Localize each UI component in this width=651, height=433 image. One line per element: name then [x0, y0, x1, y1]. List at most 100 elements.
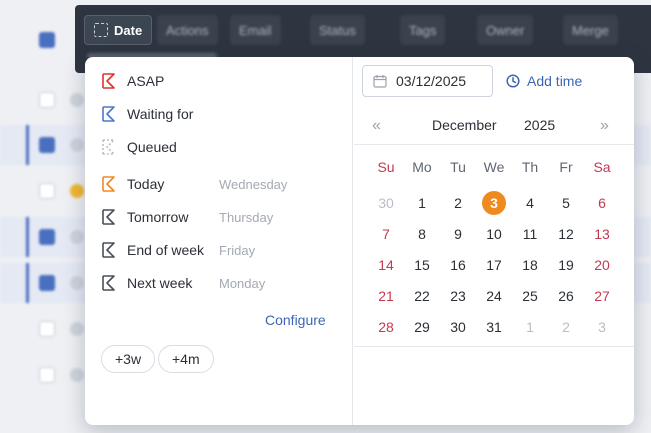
add-time-label: Add time: [527, 73, 583, 89]
calendar-day[interactable]: 10: [479, 221, 509, 247]
configure-link[interactable]: Configure: [265, 312, 326, 328]
calendar-day[interactable]: 1: [407, 190, 437, 216]
option-next-week[interactable]: Next week Monday: [100, 271, 340, 295]
calendar-day[interactable]: 30: [443, 314, 473, 340]
calendar-day[interactable]: 24: [479, 283, 509, 309]
calendar-day[interactable]: 16: [443, 252, 473, 278]
prev-month-button[interactable]: «: [372, 117, 381, 135]
calendar-day-number: 1: [418, 195, 426, 211]
row-checkbox: [39, 137, 55, 153]
calendar-day-number: 8: [418, 226, 426, 242]
tags-button[interactable]: Tags: [400, 15, 446, 45]
owner-button-label: Owner: [486, 22, 525, 38]
email-button[interactable]: Email: [230, 15, 281, 45]
calendar-day-number: 13: [594, 226, 610, 242]
merge-button[interactable]: Merge: [563, 15, 618, 45]
add-time-button[interactable]: Add time: [506, 73, 582, 89]
calendar-day[interactable]: 18: [515, 252, 545, 278]
option-hint: Wednesday: [219, 176, 288, 192]
clock-icon: [506, 74, 520, 88]
calendar-day[interactable]: 29: [407, 314, 437, 340]
row-checkbox: [39, 275, 55, 291]
option-label: Tomorrow: [127, 209, 189, 225]
calendar-day[interactable]: 11: [515, 221, 545, 247]
calendar-day-number: 2: [562, 319, 570, 335]
date-input-field[interactable]: 03/12/2025: [362, 65, 493, 97]
calendar-day[interactable]: 21: [371, 283, 401, 309]
calendar-day-number: 2: [454, 195, 462, 211]
next-month-button[interactable]: »: [600, 117, 609, 135]
calendar-day[interactable]: 20: [587, 252, 617, 278]
calendar-day-number: 3: [482, 191, 506, 215]
tags-button-label: Tags: [409, 22, 437, 38]
option-end-of-week[interactable]: End of week Friday: [100, 238, 340, 262]
calendar-day-number: 25: [522, 288, 538, 304]
calendar-day-number: 10: [486, 226, 502, 242]
calendar-day-number: 28: [378, 319, 394, 335]
asap-flag-icon: [102, 73, 115, 89]
calendar-day-number: 7: [382, 226, 390, 242]
calendar-day[interactable]: 9: [443, 221, 473, 247]
calendar-day-selected[interactable]: 3: [479, 190, 509, 216]
status-button-label: Status: [319, 22, 356, 38]
option-hint: Friday: [219, 242, 256, 258]
queued-flag-icon: [94, 23, 108, 37]
calendar-month[interactable]: December: [432, 117, 497, 133]
calendar-day[interactable]: 2: [551, 314, 581, 340]
calendar-divider: [354, 144, 634, 145]
status-dot: [70, 276, 84, 290]
option-today[interactable]: Today Wednesday: [100, 172, 340, 196]
calendar-day[interactable]: 3: [587, 314, 617, 340]
calendar-day[interactable]: 12: [551, 221, 581, 247]
calendar-day[interactable]: 19: [551, 252, 581, 278]
option-label: Today: [127, 176, 165, 192]
calendar-day[interactable]: 4: [515, 190, 545, 216]
calendar-day[interactable]: 31: [479, 314, 509, 340]
calendar-day-number: 3: [598, 319, 606, 335]
today-flag-icon: [102, 176, 115, 192]
option-hint: Thursday: [219, 209, 274, 225]
date-button[interactable]: Date: [84, 15, 153, 45]
actions-button[interactable]: Actions: [157, 15, 218, 45]
calendar-day[interactable]: 6: [587, 190, 617, 216]
option-asap[interactable]: ASAP: [100, 69, 340, 93]
select-all-checkbox: [39, 32, 55, 48]
option-waiting-for[interactable]: Waiting for: [100, 102, 340, 126]
chip-plus-4-months[interactable]: +4m: [158, 345, 214, 373]
calendar-day[interactable]: 7: [371, 221, 401, 247]
calendar-day[interactable]: 22: [407, 283, 437, 309]
calendar-day[interactable]: 1: [515, 314, 545, 340]
calendar-day[interactable]: 17: [479, 252, 509, 278]
calendar-day[interactable]: 8: [407, 221, 437, 247]
calendar-day[interactable]: 15: [407, 252, 437, 278]
calendar-day[interactable]: 14: [371, 252, 401, 278]
calendar-day[interactable]: 27: [587, 283, 617, 309]
calendar-day[interactable]: 25: [515, 283, 545, 309]
option-tomorrow[interactable]: Tomorrow Thursday: [100, 205, 340, 229]
option-queued[interactable]: Queued: [100, 135, 340, 159]
status-dot: [70, 368, 84, 382]
calendar-day-number: 22: [414, 288, 430, 304]
chip-plus-3-weeks[interactable]: +3w: [101, 345, 156, 373]
status-dot: [70, 184, 84, 198]
row-checkbox: [39, 229, 55, 245]
calendar-year[interactable]: 2025: [524, 117, 555, 133]
status-button[interactable]: Status: [310, 15, 365, 45]
calendar-day[interactable]: 2: [443, 190, 473, 216]
owner-button[interactable]: Owner: [477, 15, 534, 45]
date-input-value: 03/12/2025: [396, 73, 467, 89]
status-dot: [70, 230, 84, 244]
calendar-day-number: 24: [486, 288, 502, 304]
calendar-day[interactable]: 13: [587, 221, 617, 247]
calendar-day[interactable]: 23: [443, 283, 473, 309]
calendar-day[interactable]: 30: [371, 190, 401, 216]
weekday-header: Fr: [559, 159, 573, 175]
tomorrow-flag-icon: [102, 209, 115, 225]
weekday-header: Su: [377, 159, 395, 175]
option-label: End of week: [127, 242, 205, 258]
calendar-day[interactable]: 5: [551, 190, 581, 216]
calendar-day[interactable]: 28: [371, 314, 401, 340]
calendar-day-number: 31: [486, 319, 502, 335]
calendar-day[interactable]: 26: [551, 283, 581, 309]
calendar-day-number: 16: [450, 257, 466, 273]
